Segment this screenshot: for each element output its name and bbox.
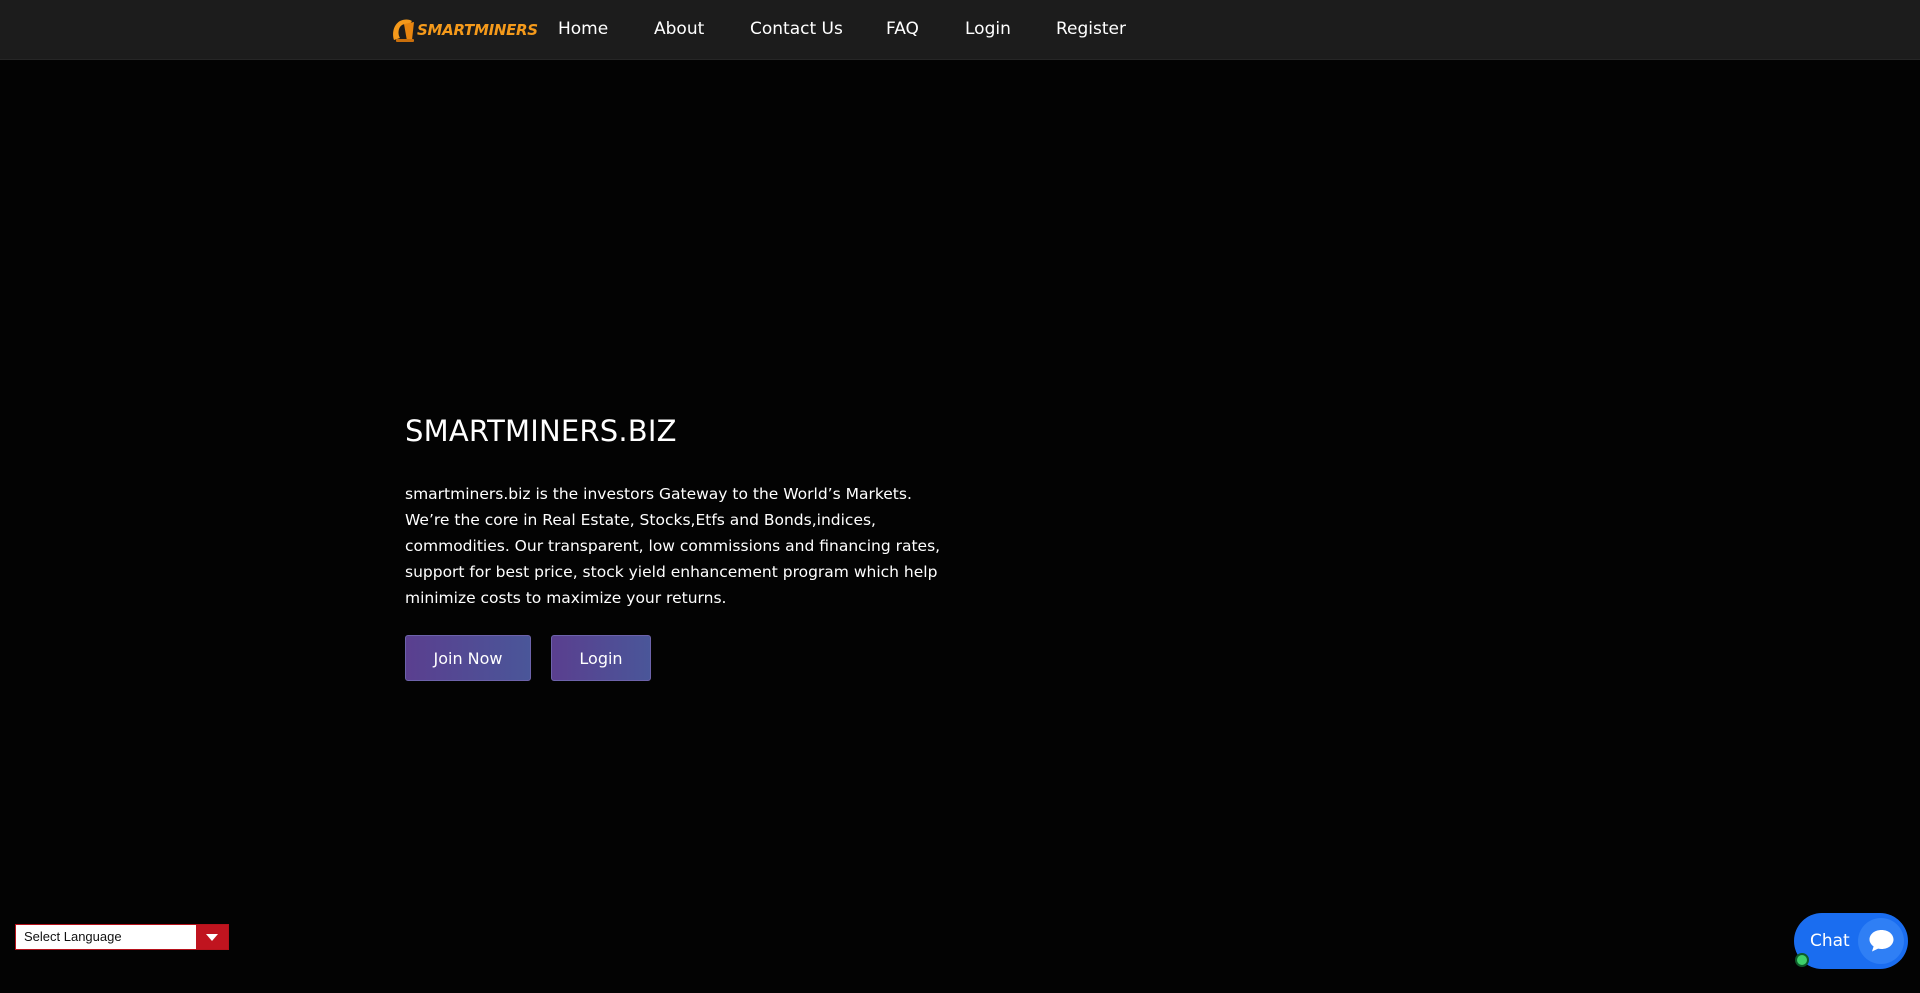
nav-login[interactable]: Login (965, 17, 1011, 41)
hero-title: SMARTMINERS.BIZ (405, 414, 677, 448)
mining-helmet-icon (393, 19, 414, 42)
nav-contact-us[interactable]: Contact Us (750, 17, 843, 41)
join-now-button[interactable]: Join Now (405, 635, 531, 681)
site-logo[interactable]: SMARTMINERS (390, 16, 538, 43)
language-select[interactable]: Select Language (15, 924, 229, 950)
caret-down-icon (206, 934, 218, 941)
chat-online-status (1795, 953, 1809, 967)
nav-home[interactable]: Home (558, 17, 608, 41)
top-navbar: SMARTMINERS Home About Contact Us FAQ Lo… (0, 0, 1920, 60)
language-dropdown-toggle[interactable] (196, 925, 228, 949)
nav-about[interactable]: About (654, 17, 704, 41)
language-select-label: Select Language (24, 929, 122, 944)
hero-login-button[interactable]: Login (551, 635, 651, 681)
nav-faq[interactable]: FAQ (886, 17, 919, 41)
nav-register[interactable]: Register (1056, 17, 1126, 41)
hero-description: smartminers.biz is the investors Gateway… (405, 485, 941, 607)
logo-text: SMARTMINERS (417, 20, 538, 39)
chat-label: Chat (1810, 931, 1850, 951)
chat-widget-button[interactable]: Chat (1794, 913, 1908, 969)
chat-bubble-icon (1869, 930, 1894, 952)
chat-icon-wrap (1858, 918, 1904, 964)
